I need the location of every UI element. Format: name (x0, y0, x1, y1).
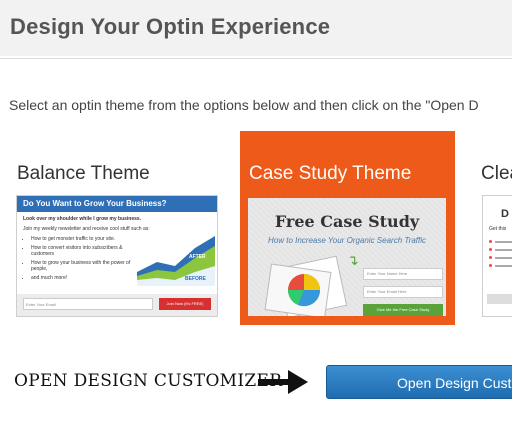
clear-preview-headline: D (501, 208, 509, 220)
theme-thumbnail-case-study[interactable]: Free Case Study How to Increase Your Org… (248, 198, 446, 316)
balance-preview-line1: Look over my shoulder while I grow my bu… (23, 216, 142, 222)
down-arrow-icon: ↴ (347, 252, 359, 268)
list-item: How to convert visitors into subscribers… (31, 245, 141, 257)
list-item: How to grow your business with the power… (31, 260, 141, 272)
balance-preview-before-label: BEFORE (185, 276, 206, 282)
balance-preview-after-label: AFTER (189, 254, 206, 260)
clear-preview-text: Get this (489, 226, 507, 232)
report-pie-chart-icon (264, 255, 348, 316)
theme-thumbnail-balance[interactable]: Do You Want to Grow Your Business? Look … (16, 195, 218, 317)
balance-preview-headline: Do You Want to Grow Your Business? (17, 196, 217, 212)
list-item: and much more! (31, 275, 141, 281)
balance-preview-form: Enter Your Email Join Now (It's FREE) (17, 294, 217, 316)
case-preview-name-field: Enter Your Name Here (363, 268, 443, 280)
list-item: How to get monster traffic to your site. (31, 236, 141, 242)
theme-name-balance[interactable]: Balance Theme (17, 163, 150, 185)
theme-name-case-study[interactable]: Case Study Theme (249, 163, 411, 185)
case-preview-subheadline: How to Increase Your Organic Search Traf… (268, 236, 426, 245)
balance-preview-bullets: How to get monster traffic to your site.… (23, 236, 141, 281)
header-divider (0, 58, 512, 59)
page-title: Design Your Optin Experience (10, 14, 331, 39)
instructions-text: Select an optin theme from the options b… (9, 97, 479, 113)
case-preview-email-field: Enter Your Email Here (363, 286, 443, 298)
balance-preview-join-button: Join Now (It's FREE) (159, 298, 211, 310)
right-arrow-icon (258, 370, 308, 394)
case-preview-submit-button: Give Me the Free Case Study (363, 304, 443, 316)
theme-card-case-study-selected[interactable]: Case Study Theme Free Case Study How to … (240, 131, 455, 325)
theme-thumbnail-clear[interactable]: D Get this (482, 195, 512, 317)
case-preview-headline: Free Case Study (274, 212, 420, 231)
open-design-customizer-label: OPEN DESIGN CUSTOMIZER (14, 371, 283, 391)
balance-preview-email-field: Enter Your Email (23, 298, 153, 310)
theme-name-clear[interactable]: Clea (481, 163, 512, 185)
open-design-customizer-button[interactable]: Open Design Custo (326, 365, 512, 399)
